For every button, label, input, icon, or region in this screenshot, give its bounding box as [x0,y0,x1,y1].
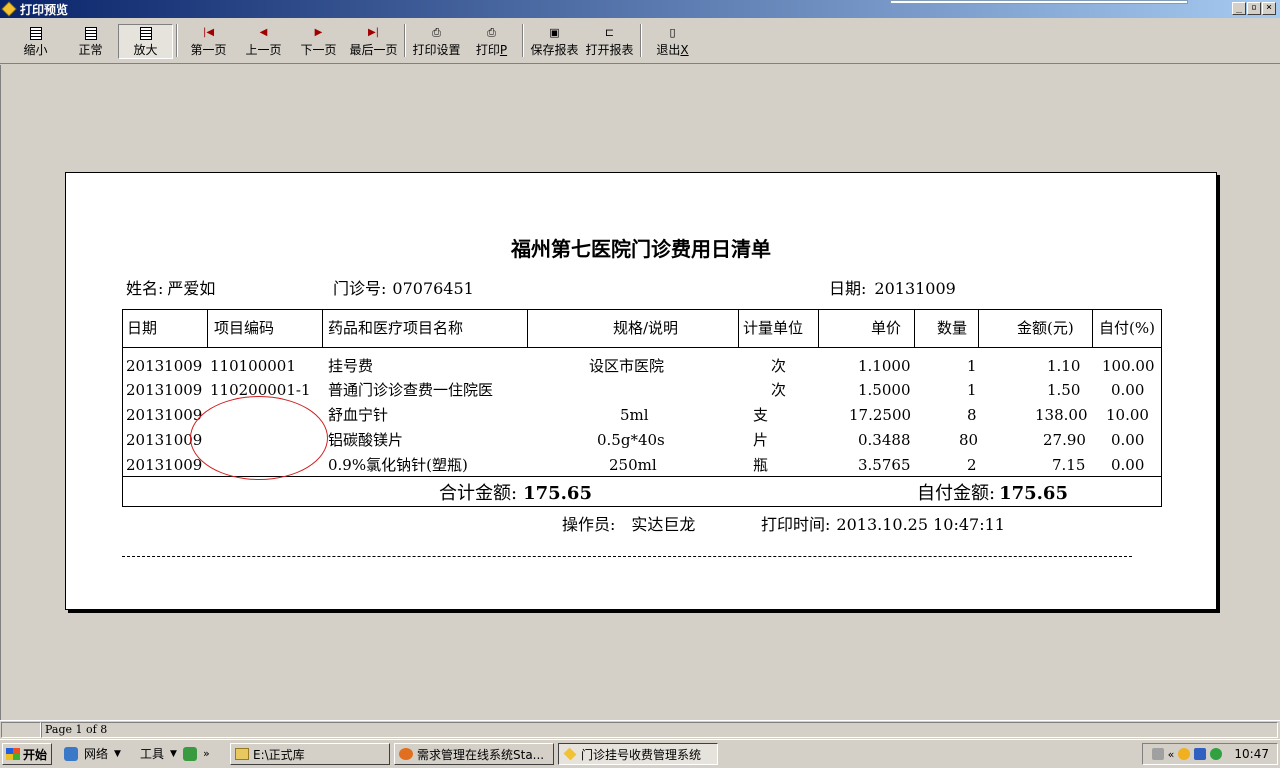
prev-page-button[interactable]: ◀ 上一页 [236,18,291,63]
toolbar-separator [176,24,178,57]
security-shield-icon[interactable] [1210,748,1223,760]
network-icon [64,746,78,761]
exit-button[interactable]: ▯ 退出X [645,18,700,63]
first-page-icon: |◀ [202,27,215,38]
operator: 操作员: 实达巨龙 [562,515,696,534]
quicklaunch-tools[interactable]: 工具 ▼ » [140,745,210,762]
column-header: 计量单位 [743,319,804,337]
print-button[interactable]: ⎙ 打印P [464,18,519,63]
column-header: 规格/说明 [613,319,679,337]
patient-name: 姓名: 严爱如 [126,279,216,298]
zoom-in-button[interactable]: 放大 [118,24,173,59]
status-cell [1,722,41,738]
title-bar: 打印预览 _ ▫ × [0,0,1280,18]
toolbar-separator [404,24,406,57]
page-icon [139,27,153,40]
open-folder-icon: ⊏ [604,26,615,39]
window-title: 打印预览 [20,2,69,17]
status-bar: Page 1 of 8 [0,720,1280,739]
column-header: 金额(元) [1017,319,1074,337]
first-page-button[interactable]: |◀ 第一页 [181,18,236,63]
save-report-button[interactable]: ▣ 保存报表 [527,18,582,63]
last-page-icon: ▶| [367,27,380,38]
column-header: 药品和医疗项目名称 [328,319,464,337]
next-page-button[interactable]: ▶ 下一页 [291,18,346,63]
page-divider [122,556,1132,557]
windows-logo-icon [6,748,20,760]
minimize-button[interactable]: _ [1232,2,1246,15]
preview-area[interactable]: 福州第七医院门诊费用日清单 姓名: 严爱如 门诊号: 07076451 日期: 201… [0,65,1280,720]
column-header: 数量 [937,319,968,337]
system-tray: « 10:47 [1142,743,1278,765]
next-page-icon: ▶ [314,27,323,38]
print-setup-button[interactable]: ⎙ 打印设置 [409,18,464,63]
last-page-button[interactable]: ▶| 最后一页 [346,18,401,63]
total-amount: 合计金额: 175.65 [439,483,592,504]
qq-icon[interactable] [1178,748,1191,760]
table-header-row: 日期 项目编码 药品和医疗项目名称 规格/说明 计量单位 单价 数量 金额(元)… [123,310,1161,348]
print-time: 打印时间: 2013.10.25 10:47:11 [761,515,1005,534]
start-button[interactable]: 开始 [2,743,52,765]
prev-page-icon: ◀ [259,27,268,38]
printer-setup-icon: ⎙ [432,26,441,39]
titlebar-search-box[interactable] [890,0,1188,4]
keyboard-icon[interactable] [1151,748,1164,760]
report-title: 福州第七医院门诊费用日清单 [511,237,771,261]
taskbar: 开始 网络 ▼ 工具 ▼ » E:\正式库 需求管理在线系统Sta... 门诊挂号收… [0,739,1280,768]
column-header: 单价 [871,319,902,337]
report-page: 福州第七医院门诊费用日清单 姓名: 严爱如 门诊号: 07076451 日期: 201… [65,172,1217,610]
tools-icon [182,746,197,761]
browser-icon [399,748,413,760]
page-indicator: Page 1 of 8 [41,722,1278,738]
column-header: 自付(%) [1099,319,1155,337]
toolbar-separator [640,24,642,57]
toolbar-separator [522,24,524,57]
zoom-out-button[interactable]: 缩小 [8,18,63,63]
close-button[interactable]: × [1262,2,1276,15]
self-pay-amount: 自付金额: 175.65 [917,483,1068,504]
printer-icon: ⎙ [487,26,496,39]
open-report-button[interactable]: ⊏ 打开报表 [582,18,637,63]
toolbar: 缩小 正常 放大 |◀ 第一页 ◀ 上一页 ▶ 下一页 ▶| 最后一页 ⎙ 打印… [0,18,1280,64]
report-date: 日期: 20131009 [829,279,956,298]
totals-row: 合计金额: 175.65 自付金额: 175.65 [123,476,1161,506]
network-status-icon[interactable] [1194,748,1207,760]
floppy-icon: ▣ [549,26,560,39]
task-explorer[interactable]: E:\正式库 [230,743,390,765]
clinic-number: 门诊号: 07076451 [333,279,474,298]
task-clinic-system[interactable]: 门诊挂号收费管理系统 [558,743,718,765]
clock: 10:47 [1234,747,1269,761]
column-header: 项目编码 [214,319,275,337]
red-ellipse-annotation [190,396,328,480]
task-browser[interactable]: 需求管理在线系统Sta... [394,743,554,765]
app-icon [1,1,17,17]
normal-size-button[interactable]: 正常 [63,18,118,63]
column-header: 日期 [127,319,158,337]
exit-door-icon: ▯ [669,26,676,39]
tray-expand-icon[interactable]: « [1168,748,1175,761]
quicklaunch-network[interactable]: 网络 ▼ [64,745,121,762]
restore-button[interactable]: ▫ [1247,2,1261,15]
folder-icon [235,748,249,760]
page-icon [84,26,98,40]
page-icon [29,26,43,40]
app-icon [563,747,577,761]
